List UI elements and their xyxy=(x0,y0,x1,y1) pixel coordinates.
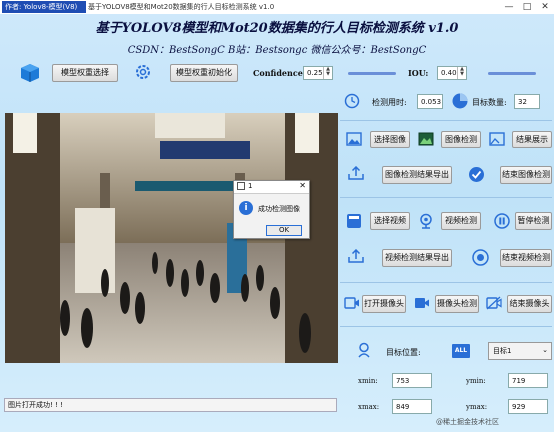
target-select-value: 目标1 xyxy=(493,347,512,355)
upload-icon xyxy=(348,166,364,180)
page-subtitle: CSDN：BestSongC B站：Bestsongc 微信公众号：BestSo… xyxy=(127,45,427,56)
camera-detect-button[interactable]: 摄像头检测 xyxy=(435,295,479,313)
end-image-button[interactable]: 结束图像检测 xyxy=(500,166,552,184)
status-bar: 图片打开成功! ! ! xyxy=(4,398,337,412)
select-image-button[interactable]: 选择图像 xyxy=(370,131,410,148)
dialog-title: 1 xyxy=(248,182,253,190)
export-image-button[interactable]: 图像检测结果导出 xyxy=(382,166,452,184)
open-camera-button[interactable]: 打开摄像头 xyxy=(362,295,406,313)
location-pin-icon xyxy=(358,342,370,358)
init-weights-button[interactable]: 模型权重初始化 xyxy=(170,64,238,82)
page-title: 基于YOLOV8模型和Mot20数据集的行人目标检测系统 v1.0 xyxy=(95,21,459,36)
confidence-slider[interactable] xyxy=(348,72,396,75)
confidence-value: 0.25 xyxy=(307,69,323,77)
xmin-field: 753 xyxy=(392,373,432,388)
target-position-label: 目标位置: xyxy=(386,348,421,357)
app-window-icon xyxy=(237,182,245,190)
pie-chart-icon xyxy=(452,93,468,109)
stop-circle-icon xyxy=(472,249,489,266)
window-title: 基于YOLOV8模型和Mot20数据集的行人目标检测系统 v1.0 xyxy=(88,3,275,11)
iou-value: 0.40 xyxy=(441,69,457,77)
spin-arrows-icon[interactable]: ▲ ▼ xyxy=(323,67,332,79)
show-result-button[interactable]: 结果展示 xyxy=(512,131,552,148)
ymax-field: 929 xyxy=(508,399,548,414)
xmin-label: xmin: xyxy=(358,377,378,385)
minimize-button[interactable]: — xyxy=(500,0,518,14)
iou-label: IOU: xyxy=(408,68,429,78)
iou-slider[interactable] xyxy=(488,72,536,75)
cube-icon xyxy=(21,64,39,82)
confidence-label: Confidence: xyxy=(253,68,306,78)
divider xyxy=(340,326,552,327)
dialog-title-bar: 1 ✕ xyxy=(234,181,309,194)
video-detect-button[interactable]: 视频检测 xyxy=(441,212,481,230)
divider xyxy=(340,282,552,283)
target-count-field: 32 xyxy=(514,94,540,109)
ymin-label: ymin: xyxy=(466,377,486,385)
close-button[interactable]: ✕ xyxy=(536,0,554,14)
video-camera-icon xyxy=(415,298,429,308)
upload-icon xyxy=(348,249,364,263)
info-icon: i xyxy=(239,201,253,215)
spin-arrows-icon[interactable]: ▲ ▼ xyxy=(457,67,466,79)
iou-spinbox[interactable]: 0.40 ▲ ▼ xyxy=(437,66,467,80)
detect-time-label: 检测用时: xyxy=(372,98,407,107)
pause-icon xyxy=(494,213,510,229)
select-video-button[interactable]: 选择视频 xyxy=(370,212,410,230)
end-video-button[interactable]: 结束视频检测 xyxy=(500,249,552,267)
export-video-button[interactable]: 视频检测结果导出 xyxy=(382,249,452,267)
image-icon xyxy=(346,132,362,146)
xmax-field: 849 xyxy=(392,399,432,414)
watermark: @稀土掘金技术社区 xyxy=(436,418,499,426)
xmax-label: xmax: xyxy=(358,403,380,411)
camera-off-icon xyxy=(486,296,502,310)
clock-icon xyxy=(344,93,360,109)
detect-time-field: 0.053 xyxy=(417,94,443,109)
chevron-down-icon[interactable]: ⌄ xyxy=(542,346,548,354)
ymax-label: ymax: xyxy=(466,403,488,411)
pause-detect-button[interactable]: 暂停检测 xyxy=(515,212,552,230)
maximize-button[interactable]: □ xyxy=(518,0,536,14)
target-count-label: 目标数量: xyxy=(472,98,507,107)
select-weights-button[interactable]: 模型权重选择 xyxy=(52,64,118,82)
window-title-bar: 作者: Yolov8-模型(V8) 基于YOLOV8模型和Mot20数据集的行人… xyxy=(0,0,554,14)
video-file-icon xyxy=(347,214,361,228)
confidence-spinbox[interactable]: 0.25 ▲ ▼ xyxy=(303,66,333,80)
end-camera-button[interactable]: 结束摄像头 xyxy=(507,295,552,313)
dialog-ok-button[interactable]: OK xyxy=(266,225,302,236)
divider xyxy=(340,197,552,198)
dialog-message: 成功检测图像 xyxy=(258,205,300,213)
app-badge: 作者: Yolov8-模型(V8) xyxy=(2,1,86,13)
target-select-dropdown[interactable]: 目标1 ⌄ xyxy=(488,342,552,360)
image-detect-button[interactable]: 图像检测 xyxy=(441,131,481,148)
dialog-close-icon[interactable]: ✕ xyxy=(299,181,306,190)
settings-gear-icon xyxy=(136,65,150,79)
image-detect-icon xyxy=(418,132,434,146)
webcam-icon xyxy=(420,213,432,229)
all-targets-badge: ALL xyxy=(452,344,470,358)
ymin-field: 719 xyxy=(508,373,548,388)
check-circle-icon xyxy=(469,167,484,182)
message-dialog: 1 ✕ i 成功检测图像 OK xyxy=(233,180,310,239)
camera-icon xyxy=(344,297,359,309)
divider xyxy=(340,120,552,121)
gallery-icon xyxy=(489,132,505,146)
